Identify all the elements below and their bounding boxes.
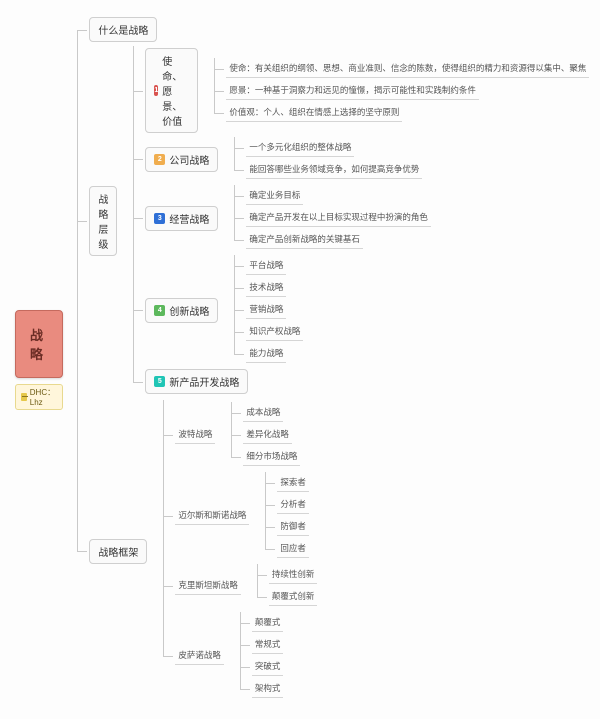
node-npd[interactable]: 5 新产品开发战略	[145, 369, 248, 394]
leaf[interactable]: 常规式	[252, 636, 284, 654]
leaf[interactable]: 能回答哪些业务领域竞争，如何提高竞争优势	[246, 161, 422, 179]
leaf[interactable]: 一个多元化组织的整体战略	[246, 139, 354, 157]
node-corporate[interactable]: 2 公司战略	[145, 147, 218, 172]
node-label: 什么是战略	[98, 22, 148, 37]
node-label: 创新战略	[169, 303, 209, 318]
priority-5-icon: 5	[154, 376, 165, 387]
branch-levels[interactable]: 战略层级	[89, 186, 117, 256]
node-label: 战略层级	[98, 191, 108, 251]
leaf[interactable]: 颠覆式创新	[269, 588, 318, 606]
node-business[interactable]: 3 经营战略	[145, 206, 218, 231]
node-label: 公司战略	[169, 152, 209, 167]
leaf[interactable]: 分析者	[277, 496, 309, 514]
leaf[interactable]: 营销战略	[246, 301, 286, 319]
node-innovation[interactable]: 4 创新战略	[145, 298, 218, 323]
note-icon	[21, 393, 27, 401]
leaf[interactable]: 细分市场战略	[243, 448, 300, 466]
root-node[interactable]: 战略	[15, 310, 63, 378]
leaf[interactable]: 确定产品开发在以上目标实现过程中扮演的角色	[246, 209, 431, 227]
priority-1-icon: 1	[154, 85, 158, 96]
leaf[interactable]: 技术战略	[246, 279, 286, 297]
root-tag-text: DHC：Lhz	[30, 387, 58, 407]
leaf[interactable]: 平台战略	[246, 257, 286, 275]
priority-3-icon: 3	[154, 213, 165, 224]
leaf[interactable]: 防御者	[277, 518, 309, 536]
leaf[interactable]: 确定产品创新战略的关键基石	[246, 231, 363, 249]
node-christensen[interactable]: 克里斯坦斯战略	[175, 577, 241, 595]
root-tag[interactable]: DHC：Lhz	[15, 384, 63, 410]
leaf[interactable]: 持续性创新	[269, 566, 318, 584]
leaf[interactable]: 回应者	[277, 540, 309, 558]
mindmap: 战略 DHC：Lhz 什么是战略 战略层级 1使命、愿景、价值 使命：有关组织的…	[15, 15, 585, 704]
leaf[interactable]: 能力战略	[246, 345, 286, 363]
leaf[interactable]: 差异化战略	[243, 426, 292, 444]
node-miles-snow[interactable]: 迈尔斯和斯诺战略	[175, 507, 249, 525]
node-porter[interactable]: 波特战略	[175, 426, 215, 444]
leaf[interactable]: 架构式	[252, 680, 284, 698]
leaf[interactable]: 价值观：个人、组织在情感上选择的坚守原则	[226, 104, 402, 122]
leaf[interactable]: 突破式	[252, 658, 284, 676]
leaf[interactable]: 探索者	[277, 474, 309, 492]
node-pisano[interactable]: 皮萨诺战略	[175, 647, 224, 665]
node-label: 经营战略	[169, 211, 209, 226]
branch-list: 什么是战略 战略层级 1 使命、愿景、价值 使命：有关组织的纲领、思想、商业准则、…	[63, 15, 589, 704]
leaf[interactable]: 知识产权战略	[246, 323, 303, 341]
leaf[interactable]: 成本战略	[243, 404, 283, 422]
branch-what-is[interactable]: 什么是战略	[89, 17, 157, 42]
branch-frameworks[interactable]: 战略框架	[89, 539, 147, 564]
node-mission[interactable]: 1 使命、愿景、价值	[145, 48, 198, 133]
root-title: 战略	[30, 328, 43, 362]
priority-2-icon: 2	[154, 154, 165, 165]
priority-4-icon: 4	[154, 305, 165, 316]
leaf[interactable]: 使命：有关组织的纲领、思想、商业准则、信念的陈数，使得组织的精力和资源得以集中、…	[226, 60, 589, 78]
node-label: 战略框架	[98, 544, 138, 559]
node-label: 新产品开发战略	[169, 374, 239, 389]
leaf[interactable]: 愿景：一种基于洞察力和远见的憧憬，揭示可能性和实践制约条件	[226, 82, 479, 100]
leaf[interactable]: 颠覆式	[252, 614, 284, 632]
leaf[interactable]: 确定业务目标	[246, 187, 303, 205]
node-label: 使命、愿景、价值	[162, 53, 189, 128]
